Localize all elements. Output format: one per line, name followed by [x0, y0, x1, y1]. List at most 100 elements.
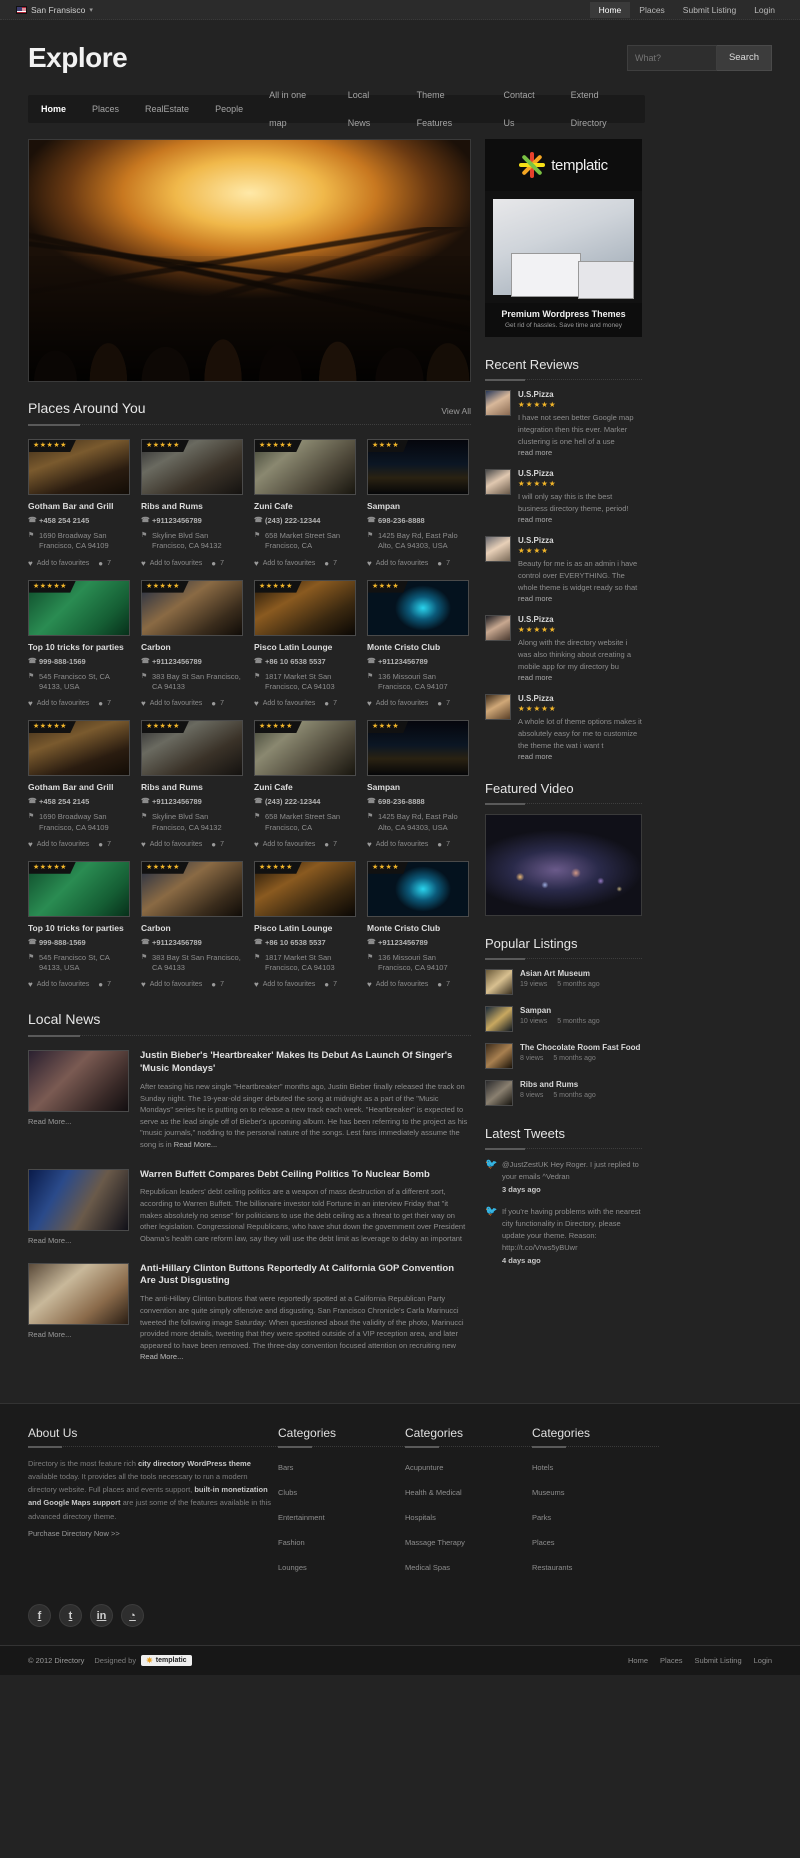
listing-image[interactable]: ★★★★★: [254, 720, 356, 777]
nav-item-extend-directory[interactable]: Extend Directory: [558, 81, 645, 137]
twitter-icon[interactable]: t: [59, 1604, 82, 1627]
listing-card[interactable]: ★★★★★ Zuni Cafe ☎ (243) 222-12344 ⚑ 658 Marke…: [254, 439, 356, 568]
listing-favourite[interactable]: ♥ Add to favourites ● 7: [141, 840, 243, 849]
listing-card[interactable]: ★★★★★ Pisco Latin Lounge ☎ +86 10 6538 5537…: [254, 579, 356, 708]
listing-image[interactable]: ★★★★★: [254, 439, 356, 495]
listing-title[interactable]: Sampan: [367, 782, 469, 792]
listing-title[interactable]: Top 10 tricks for parties: [28, 923, 130, 933]
ad-banner[interactable]: templatic Premium Wordpress Themes Get r…: [485, 139, 642, 337]
review-read-more-link[interactable]: read more: [518, 594, 642, 603]
rss-icon[interactable]: ◔: [121, 1604, 144, 1627]
listing-image[interactable]: ★★★★: [367, 720, 469, 777]
footer-category-link[interactable]: Fashion: [278, 1538, 305, 1547]
listing-title[interactable]: Sampan: [367, 501, 469, 511]
listing-card[interactable]: ★★★★★ Top 10 tricks for parties ☎ 999-888-1…: [28, 579, 130, 708]
listing-image[interactable]: ★★★★★: [141, 860, 243, 917]
listing-card[interactable]: ★★★★★ Gotham Bar and Grill ☎ +458 254 2145 ⚑…: [28, 720, 130, 849]
listing-title[interactable]: Ribs and Rums: [141, 782, 243, 792]
listing-title[interactable]: Monte Cristo Club: [367, 642, 469, 652]
news-title[interactable]: Warren Buffett Compares Debt Ceiling Pol…: [140, 1169, 471, 1182]
footer-category-link[interactable]: Places: [532, 1538, 555, 1547]
listing-favourite[interactable]: ♥ Add to favourites ● 7: [254, 699, 356, 708]
templatic-badge[interactable]: ✷ templatic: [141, 1655, 192, 1666]
news-title[interactable]: Anti-Hillary Clinton Buttons Reportedly …: [140, 1263, 471, 1289]
search-button[interactable]: Search: [717, 44, 772, 71]
facebook-icon[interactable]: f: [28, 1604, 51, 1627]
review-author[interactable]: U.S.Pizza: [518, 469, 642, 478]
popular-listing-item[interactable]: The Chocolate Room Fast Food 8 views 5 mon…: [485, 1043, 642, 1069]
listing-card[interactable]: ★★★★★ Top 10 tricks for parties ☎ 999-888-1…: [28, 860, 130, 989]
popular-listing-item[interactable]: Asian Art Museum 19 views 5 months ago: [485, 969, 642, 995]
footer-category-link[interactable]: Massage Therapy: [405, 1538, 465, 1547]
search-input[interactable]: [627, 44, 717, 71]
listing-favourite[interactable]: ♥ Add to favourites ● 7: [28, 559, 130, 568]
linkedin-icon[interactable]: in: [90, 1604, 113, 1627]
listing-title[interactable]: Gotham Bar and Grill: [28, 501, 130, 511]
listing-favourite[interactable]: ♥ Add to favourites ● 7: [254, 980, 356, 989]
listing-title[interactable]: Pisco Latin Lounge: [254, 923, 356, 933]
popular-listing-name[interactable]: Asian Art Museum: [520, 969, 642, 978]
listing-image[interactable]: ★★★★★: [141, 579, 243, 636]
listing-title[interactable]: Carbon: [141, 923, 243, 933]
popular-listing-name[interactable]: Sampan: [520, 1006, 642, 1015]
footer-nav-link[interactable]: Places: [660, 1656, 683, 1665]
nav-item-people[interactable]: People: [202, 95, 256, 123]
listing-title[interactable]: Zuni Cafe: [254, 782, 356, 792]
review-read-more-link[interactable]: read more: [518, 448, 642, 457]
topnav-item-login[interactable]: Login: [745, 2, 784, 18]
footer-category-link[interactable]: Acupunture: [405, 1463, 443, 1472]
listing-favourite[interactable]: ♥ Add to favourites ● 7: [28, 980, 130, 989]
listing-card[interactable]: ★★★★★ Carbon ☎ +91123456789 ⚑ 383 Bay St San …: [141, 579, 243, 708]
news-read-more-link[interactable]: Read More...: [28, 1236, 129, 1245]
listing-title[interactable]: Carbon: [141, 642, 243, 652]
tweet-text[interactable]: @JustZestUK Hey Roger. I just replied to…: [502, 1159, 642, 1183]
footer-category-link[interactable]: Bars: [278, 1463, 293, 1472]
listing-card[interactable]: ★★★★★ Gotham Bar and Grill ☎ +458 254 2145 ⚑…: [28, 439, 130, 568]
listing-image[interactable]: ★★★★★: [28, 720, 130, 777]
popular-listing-name[interactable]: Ribs and Rums: [520, 1080, 642, 1089]
news-read-more-link[interactable]: Read More...: [28, 1330, 129, 1339]
review-author[interactable]: U.S.Pizza: [518, 694, 642, 703]
footer-nav-link[interactable]: Home: [628, 1656, 648, 1665]
listing-favourite[interactable]: ♥ Add to favourites ● 7: [141, 699, 243, 708]
footer-category-link[interactable]: Entertainment: [278, 1513, 325, 1522]
listing-image[interactable]: ★★★★★: [141, 439, 243, 495]
listing-image[interactable]: ★★★★: [367, 439, 469, 495]
listing-card[interactable]: ★★★★ Sampan ☎ 698-236-8888 ⚑ 1425 Bay Rd, Eas…: [367, 720, 469, 849]
listing-favourite[interactable]: ♥ Add to favourites ● 7: [254, 559, 356, 568]
listing-favourite[interactable]: ♥ Add to favourites ● 7: [367, 980, 469, 989]
listing-favourite[interactable]: ♥ Add to favourites ● 7: [28, 699, 130, 708]
listing-image[interactable]: ★★★★★: [254, 860, 356, 917]
site-logo[interactable]: Explore: [28, 42, 128, 74]
news-read-more-link[interactable]: Read More...: [28, 1117, 129, 1126]
listing-image[interactable]: ★★★★: [367, 579, 469, 636]
news-item[interactable]: Read More... Anti-Hillary Clinton Buttons…: [28, 1262, 471, 1363]
listing-favourite[interactable]: ♥ Add to favourites ● 7: [141, 559, 243, 568]
listing-image[interactable]: ★★★★★: [28, 579, 130, 636]
listing-card[interactable]: ★★★★★ Zuni Cafe ☎ (243) 222-12344 ⚑ 658 Marke…: [254, 720, 356, 849]
footer-category-link[interactable]: Parks: [532, 1513, 551, 1522]
nav-item-all-in-one-map[interactable]: All in one map: [256, 81, 335, 137]
nav-item-local-news[interactable]: Local News: [335, 81, 404, 137]
footer-category-link[interactable]: Health & Medical: [405, 1488, 462, 1497]
listing-favourite[interactable]: ♥ Add to favourites ● 7: [28, 840, 130, 849]
footer-category-link[interactable]: Hospitals: [405, 1513, 436, 1522]
listing-favourite[interactable]: ♥ Add to favourites ● 7: [141, 980, 243, 989]
popular-listing-item[interactable]: Sampan 10 views 5 months ago: [485, 1006, 642, 1032]
nav-item-places[interactable]: Places: [79, 95, 132, 123]
news-thumbnail[interactable]: Read More...: [28, 1050, 129, 1150]
listing-title[interactable]: Zuni Cafe: [254, 501, 356, 511]
review-read-more-link[interactable]: read more: [518, 515, 642, 524]
news-item[interactable]: Read More... Justin Bieber's 'Heartbreake…: [28, 1050, 471, 1150]
nav-item-contact-us[interactable]: Contact Us: [491, 81, 558, 137]
review-author[interactable]: U.S.Pizza: [518, 536, 642, 545]
listing-title[interactable]: Top 10 tricks for parties: [28, 642, 130, 652]
tweet-text[interactable]: If you're having problems with the neare…: [502, 1206, 642, 1254]
topnav-item-submit-listing[interactable]: Submit Listing: [674, 2, 745, 18]
footer-nav-link[interactable]: Login: [754, 1656, 772, 1665]
nav-item-realestate[interactable]: RealEstate: [132, 95, 202, 123]
hero-banner[interactable]: [28, 139, 471, 382]
city-selector[interactable]: San Fransisco ▾: [16, 5, 93, 15]
listing-card[interactable]: ★★★★★ Carbon ☎ +91123456789 ⚑ 383 Bay St San …: [141, 860, 243, 989]
footer-category-link[interactable]: Restaurants: [532, 1563, 572, 1572]
